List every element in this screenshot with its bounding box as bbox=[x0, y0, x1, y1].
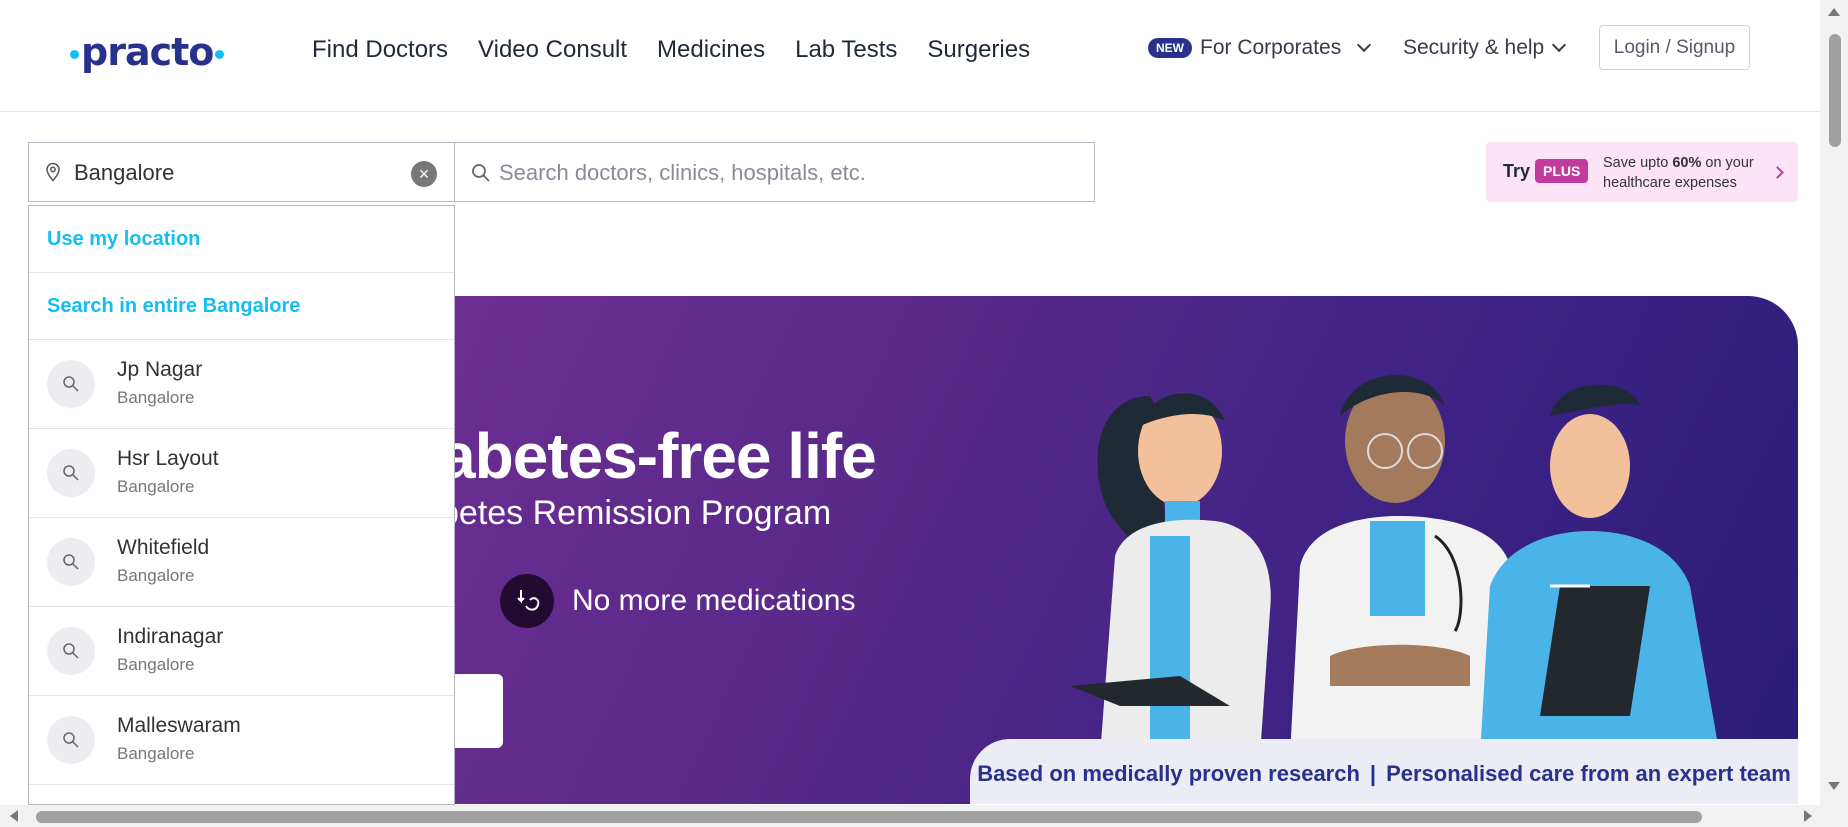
nav-surgeries[interactable]: Surgeries bbox=[927, 36, 1030, 64]
banner-medication-point: No more medications bbox=[500, 574, 855, 628]
search-icon bbox=[472, 164, 490, 182]
footer-research-text: Based on medically proven research bbox=[977, 761, 1360, 786]
no-medication-text: No more medications bbox=[572, 584, 856, 617]
no-medication-icon bbox=[500, 574, 554, 628]
main-nav: Find Doctors Video Consult Medicines Lab… bbox=[312, 36, 1030, 64]
search-icon bbox=[47, 538, 95, 586]
location-suggestion[interactable]: Indiranagar Bangalore bbox=[29, 607, 454, 696]
footer-separator: | bbox=[1369, 761, 1377, 786]
banner-title: abetes-free life bbox=[440, 420, 877, 492]
location-input[interactable]: Bangalore bbox=[74, 160, 174, 186]
suggestion-name: Whitefield bbox=[117, 536, 210, 559]
security-help-menu[interactable]: Security & help bbox=[1403, 36, 1567, 60]
vertical-scrollbar[interactable] bbox=[1820, 0, 1848, 805]
search-entire-city-option[interactable]: Search in entire Bangalore bbox=[29, 273, 454, 340]
search-icon bbox=[47, 716, 95, 764]
suggestion-city: Bangalore bbox=[117, 388, 195, 407]
login-signup-button[interactable]: Login / Signup bbox=[1599, 25, 1750, 70]
suggestion-name: Hsr Layout bbox=[117, 447, 219, 470]
suggestion-name: Jp Nagar bbox=[117, 358, 203, 381]
top-header: practo Find Doctors Video Consult Medici… bbox=[0, 0, 1820, 112]
footer-care-text: Personalised care from an expert team bbox=[1386, 761, 1791, 786]
scroll-left-arrow-icon[interactable] bbox=[10, 810, 18, 822]
nav-medicines[interactable]: Medicines bbox=[657, 36, 765, 64]
banner-subtitle: betes Remission Program bbox=[440, 494, 832, 532]
doctors-illustration bbox=[1070, 375, 1720, 756]
search-input[interactable]: Search doctors, clinics, hospitals, etc. bbox=[499, 160, 866, 186]
try-label: Try bbox=[1503, 161, 1531, 181]
horizontal-scrollbar[interactable] bbox=[0, 805, 1848, 827]
location-suggestion[interactable]: Hsr Layout Bangalore bbox=[29, 429, 454, 518]
suggestion-city: Bangalore bbox=[117, 477, 195, 496]
suggestion-city: Bangalore bbox=[117, 744, 195, 763]
nav-lab-tests[interactable]: Lab Tests bbox=[795, 36, 897, 64]
banner-footer-strip: Based on medically proven research | Per… bbox=[970, 739, 1798, 804]
scroll-down-arrow-icon[interactable] bbox=[1828, 782, 1840, 790]
suggestion-city: Bangalore bbox=[117, 655, 195, 674]
search-icon bbox=[47, 449, 95, 497]
location-pin-icon bbox=[46, 162, 60, 182]
location-suggestion[interactable]: Malleswaram Bangalore bbox=[29, 696, 454, 785]
location-input-box[interactable]: Bangalore × bbox=[28, 142, 455, 202]
chevron-down-icon bbox=[1552, 37, 1567, 53]
practo-logo[interactable]: practo bbox=[68, 30, 226, 74]
location-suggestions-dropdown: Use my location Search in entire Bangalo… bbox=[28, 205, 455, 805]
plus-promo-banner[interactable]: Try PLUS Save upto 60% on your healthcar… bbox=[1486, 142, 1798, 202]
scroll-right-arrow-icon[interactable] bbox=[1804, 810, 1812, 822]
nav-video-consult[interactable]: Video Consult bbox=[478, 36, 627, 64]
doctor-search-box[interactable]: Search doctors, clinics, hospitals, etc. bbox=[455, 142, 1095, 202]
for-corporates-label: For Corporates bbox=[1200, 36, 1342, 59]
scroll-up-arrow-icon[interactable] bbox=[1828, 8, 1840, 16]
plus-savings-text: Save upto 60% on your healthcare expense… bbox=[1603, 155, 1754, 191]
location-suggestion[interactable]: Whitefield Bangalore bbox=[29, 518, 454, 607]
suggestion-name: Indiranagar bbox=[117, 625, 224, 648]
search-icon bbox=[47, 627, 95, 675]
location-suggestion[interactable]: Jp Nagar Bangalore bbox=[29, 340, 454, 429]
horizontal-scroll-thumb[interactable] bbox=[36, 811, 1702, 823]
security-help-label: Security & help bbox=[1403, 36, 1545, 59]
for-corporates-menu[interactable]: NEW For Corporates bbox=[1148, 36, 1372, 60]
nav-find-doctors[interactable]: Find Doctors bbox=[312, 36, 448, 64]
new-badge: NEW bbox=[1148, 38, 1192, 58]
plus-badge: PLUS bbox=[1535, 159, 1589, 183]
chevron-right-icon bbox=[1771, 166, 1784, 179]
suggestion-city: Bangalore bbox=[117, 566, 195, 585]
search-icon bbox=[47, 360, 95, 408]
use-my-location-option[interactable]: Use my location bbox=[29, 206, 454, 273]
chevron-down-icon bbox=[1357, 37, 1372, 53]
vertical-scroll-thumb[interactable] bbox=[1829, 34, 1841, 147]
suggestion-name: Malleswaram bbox=[117, 714, 241, 737]
clear-icon[interactable]: × bbox=[411, 161, 437, 187]
